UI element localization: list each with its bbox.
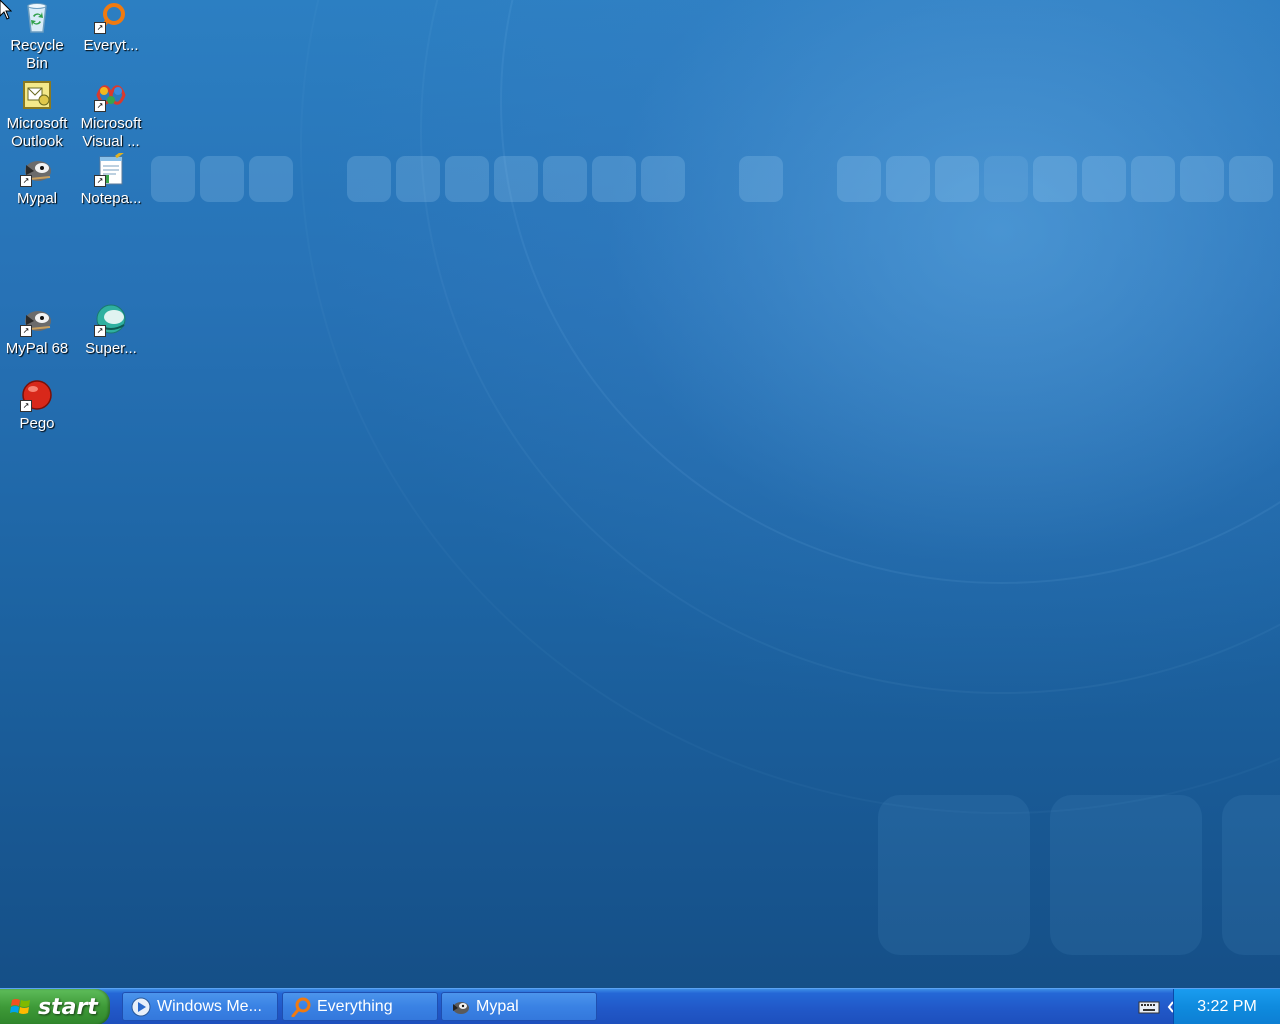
outlook-icon	[20, 78, 54, 112]
desktop-icon-label: Notepa...	[80, 190, 142, 207]
shortcut-arrow-icon: ↗	[20, 325, 32, 337]
desktop-icon-label: Super...	[85, 340, 137, 357]
wallpaper-tile	[396, 156, 440, 202]
desktop-icon-mypal68[interactable]: ↗ MyPal 68	[0, 303, 74, 358]
pego-icon: ↗	[20, 378, 54, 412]
keyboard-icon[interactable]	[1138, 999, 1160, 1015]
windows-logo-icon	[10, 999, 30, 1014]
desktop-icon-visual-studio[interactable]: ↗ Microsoft Visual ...	[74, 78, 148, 151]
desktop-background: Recycle Bin ↗ Everyt... Microsoft Outloo…	[0, 0, 1280, 988]
wallpaper-tile	[494, 156, 538, 202]
taskbar-button-label: Everything	[317, 997, 393, 1015]
wallpaper-tile	[1033, 156, 1077, 202]
wallpaper-tile	[151, 156, 195, 202]
shortcut-arrow-icon: ↗	[20, 175, 32, 187]
desktop-icon-notepad[interactable]: ↗ Notepa...	[74, 153, 148, 208]
wallpaper-tile	[984, 156, 1028, 202]
mypal-icon	[453, 1001, 469, 1014]
everything-search-icon	[291, 997, 311, 1017]
windows-media-player-icon	[131, 997, 151, 1016]
shortcut-arrow-icon: ↗	[94, 100, 106, 112]
system-tray: 3:22 PM	[1173, 989, 1280, 1024]
visual-studio-icon: ↗	[94, 78, 128, 112]
shortcut-arrow-icon: ↗	[94, 22, 106, 34]
wallpaper-tile	[886, 156, 930, 202]
clock[interactable]: 3:22 PM	[1197, 998, 1257, 1016]
wallpaper-tile	[592, 156, 636, 202]
wallpaper-tile	[347, 156, 391, 202]
wallpaper-tile-row	[0, 156, 1280, 204]
taskbar-button-label: Mypal	[476, 997, 519, 1015]
wallpaper-tile	[200, 156, 244, 202]
shortcut-arrow-icon: ↗	[94, 175, 106, 187]
wallpaper-tile	[1082, 156, 1126, 202]
wallpaper-tile	[641, 156, 685, 202]
wallpaper-tile	[739, 156, 783, 202]
desktop-icon-label: Mypal	[16, 190, 57, 207]
desktop-icon-label: Recycle Bin	[10, 37, 64, 72]
mouse-cursor-icon	[0, 0, 12, 20]
wallpaper-tile	[1229, 156, 1273, 202]
taskbar: start Windows Me... Everything Mypal 3:2…	[0, 988, 1280, 1024]
taskbar-button-windows-media-player[interactable]: Windows Me...	[122, 992, 278, 1021]
recycle-bin-icon	[20, 0, 54, 34]
wallpaper-arc	[300, 0, 1280, 814]
taskbar-button-label: Windows Me...	[157, 997, 262, 1015]
wallpaper-tile	[1131, 156, 1175, 202]
desktop-icon-outlook[interactable]: Microsoft Outlook	[0, 78, 74, 151]
desktop-icon-everything[interactable]: ↗ Everyt...	[74, 0, 148, 55]
super-icon: ↗	[94, 303, 128, 337]
start-button[interactable]: start	[0, 989, 110, 1024]
wallpaper-large-tile	[878, 795, 1030, 955]
desktop-icon-label: MyPal 68	[5, 340, 69, 357]
desktop-icon-label: Pego	[19, 415, 55, 432]
desktop-icon-super[interactable]: ↗ Super...	[74, 303, 148, 358]
desktop-icon-label: Microsoft Outlook	[6, 115, 68, 150]
everything-icon: ↗	[94, 0, 128, 34]
mypal68-icon: ↗	[20, 303, 54, 337]
wallpaper-large-tile	[1050, 795, 1202, 955]
taskbar-button-mypal[interactable]: Mypal	[441, 992, 597, 1021]
wallpaper-tile	[1180, 156, 1224, 202]
desktop-icon-label: Microsoft Visual ...	[80, 115, 142, 150]
notepad-icon: ↗	[94, 153, 128, 187]
shortcut-arrow-icon: ↗	[94, 325, 106, 337]
wallpaper-tile	[837, 156, 881, 202]
desktop-icon-label: Everyt...	[83, 37, 139, 54]
start-button-label: start	[38, 994, 98, 1020]
wallpaper-tile	[445, 156, 489, 202]
wallpaper-tile	[249, 156, 293, 202]
desktop-icon-pego[interactable]: ↗ Pego	[0, 378, 74, 433]
wallpaper-tile	[543, 156, 587, 202]
wallpaper-large-tile	[1222, 795, 1280, 955]
wallpaper-tile	[935, 156, 979, 202]
taskbar-button-everything[interactable]: Everything	[282, 992, 438, 1021]
tray-extra-icons	[1138, 989, 1176, 1024]
mypal-icon: ↗	[20, 153, 54, 187]
shortcut-arrow-icon: ↗	[20, 400, 32, 412]
desktop-icon-mypal[interactable]: ↗ Mypal	[0, 153, 74, 208]
